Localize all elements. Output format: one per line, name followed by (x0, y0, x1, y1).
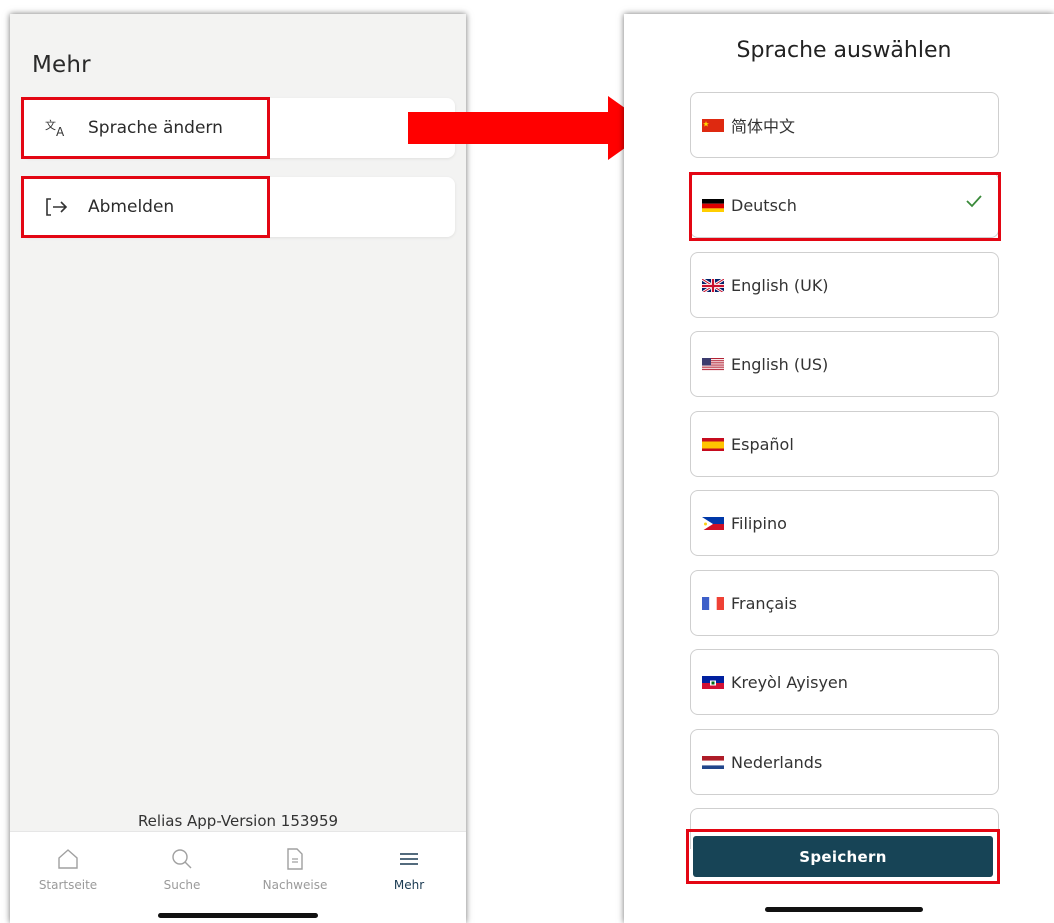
language-label: English (US) (731, 354, 829, 374)
app-version: Relias App-Version 153959 (137, 812, 339, 830)
home-indicator (158, 913, 318, 918)
modal-title: Sprache auswählen (736, 38, 952, 63)
tab-nachweise[interactable]: Nachweise (250, 846, 340, 892)
tab-bar: Startseite Suche Nachweise Mehr (10, 831, 466, 923)
language-label: Español (731, 434, 794, 454)
language-option-english-uk[interactable]: English (UK) (690, 252, 999, 318)
highlight-box (21, 97, 270, 159)
haiti-flag-icon (702, 675, 724, 689)
language-option-english-us[interactable]: English (US) (690, 331, 999, 397)
france-flag-icon (702, 596, 724, 610)
language-label: Filipino (731, 513, 787, 533)
language-option-filipino[interactable]: Filipino (690, 490, 999, 556)
tab-startseite[interactable]: Startseite (23, 846, 113, 892)
highlight-box (689, 172, 1001, 241)
highlight-box (21, 176, 270, 238)
language-label: 简体中文 (731, 117, 796, 136)
language-option-espanol[interactable]: Español (690, 411, 999, 477)
save-button[interactable]: Speichern (693, 836, 993, 877)
save-button-highlight: Speichern (686, 829, 1000, 884)
tab-mehr[interactable]: Mehr (364, 846, 454, 892)
left-phone-screen: Mehr 文 A Sprache ändern Abmelden Relias … (10, 14, 466, 923)
arrow-icon (408, 96, 653, 160)
home-icon (23, 846, 113, 872)
netherlands-flag-icon (702, 755, 724, 769)
tab-suche[interactable]: Suche (137, 846, 227, 892)
right-phone-screen: Sprache auswählen 简体中文 Deutsch English (… (624, 14, 1054, 923)
language-option-nederlands[interactable]: Nederlands (690, 729, 999, 795)
uk-flag-icon (702, 278, 724, 292)
tab-label: Nachweise (262, 878, 328, 892)
language-label: English (UK) (731, 275, 829, 295)
menu-icon (364, 846, 454, 872)
tab-label: Mehr (393, 878, 425, 892)
spain-flag-icon (702, 437, 724, 451)
tab-label: Suche (163, 878, 201, 892)
page-title: Mehr (32, 52, 91, 78)
language-option-kreyol[interactable]: Kreyòl Ayisyen (690, 649, 999, 715)
language-label: Kreyòl Ayisyen (731, 672, 848, 692)
philippines-flag-icon (702, 516, 724, 530)
language-option-chinese[interactable]: 简体中文 (690, 92, 999, 158)
language-label: Français (731, 593, 797, 613)
china-flag-icon (702, 118, 724, 132)
document-icon (250, 846, 340, 872)
home-indicator (765, 907, 923, 912)
language-option-francais[interactable]: Français (690, 570, 999, 636)
tab-label: Startseite (38, 878, 98, 892)
search-icon (137, 846, 227, 872)
us-flag-icon (702, 357, 724, 371)
language-label: Nederlands (731, 752, 823, 772)
